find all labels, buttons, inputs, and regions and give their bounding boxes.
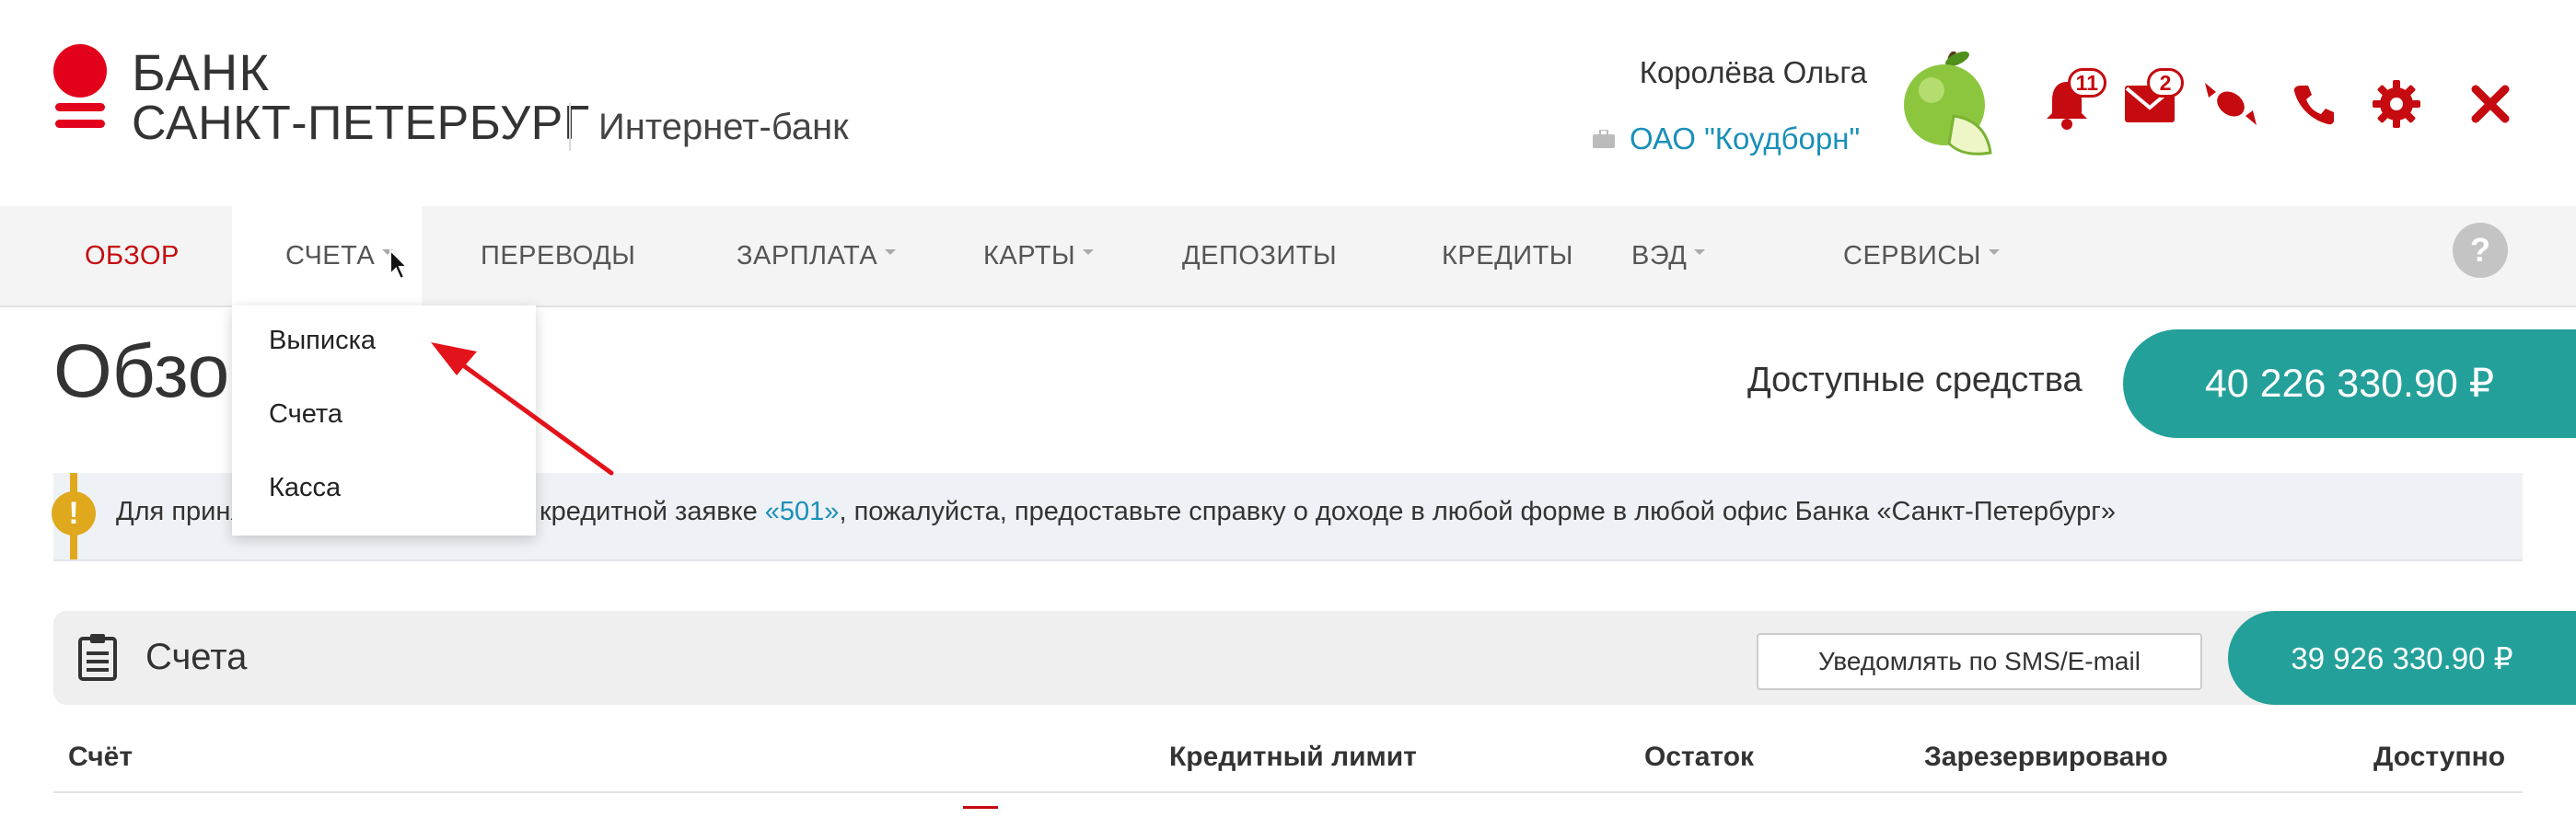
user-name[interactable]: Королёва Ольга [1381, 55, 1867, 90]
nav-item-deposits[interactable]: ДЕПОЗИТЫ [1182, 206, 1337, 305]
chevron-down-icon [1694, 249, 1706, 255]
chevron-down-icon [1083, 249, 1095, 255]
table-header-divider [53, 791, 2523, 793]
chevron-down-icon [885, 249, 897, 255]
column-header-available[interactable]: Доступно [2373, 742, 2505, 773]
brand-name-line1: БАНК [132, 43, 270, 101]
logout-button[interactable] [2460, 74, 2521, 134]
settings-button[interactable] [2366, 74, 2427, 134]
nav-item-accounts[interactable]: СЧЕТА [285, 206, 394, 305]
column-header-credit-limit[interactable]: Кредитный лимит [1169, 742, 1417, 773]
exclamation-icon: ! [52, 491, 96, 536]
brand-divider [569, 103, 571, 151]
nav-item-transfers[interactable]: ПЕРЕВОДЫ [481, 206, 635, 305]
help-button[interactable]: ? [2453, 223, 2508, 278]
company-name: ОАО "Коудборн" [1630, 121, 1861, 156]
nav-item-services[interactable]: СЕРВИСЫ [1843, 206, 2000, 305]
offers-button[interactable] [2200, 74, 2261, 134]
nav-item-foreign-trade[interactable]: ВЭД [1631, 206, 1706, 305]
messages-button[interactable]: 2 [2119, 68, 2184, 134]
column-header-balance[interactable]: Остаток [1644, 742, 1754, 773]
notify-sms-email-button[interactable]: Уведомлять по SMS/E-mail [1757, 633, 2202, 690]
credit-application-link[interactable]: «501» [765, 497, 840, 526]
notifications-badge: 11 [2067, 68, 2106, 98]
candy-icon [2205, 83, 2257, 125]
company-selector[interactable]: ОАО "Коудборн" [1593, 121, 1860, 156]
column-header-reserved[interactable]: Зарезервировано [1924, 742, 2168, 773]
column-header-account[interactable]: Счёт [68, 742, 133, 773]
nav-item-overview[interactable]: ОБЗОР [85, 206, 180, 305]
mouse-cursor-icon [389, 248, 409, 281]
bank-logo-icon [53, 44, 107, 128]
notifications-button[interactable]: 11 [2036, 68, 2106, 134]
avatar[interactable] [1898, 52, 1996, 160]
gear-icon [2373, 80, 2420, 128]
close-icon [2471, 85, 2510, 123]
clipboard-icon [78, 634, 117, 681]
available-funds-amount: 40 226 330.90 ₽ [2123, 329, 2576, 438]
chevron-down-icon [1988, 249, 2000, 255]
briefcase-icon [1593, 130, 1615, 148]
messages-badge: 2 [2147, 68, 2184, 98]
call-button[interactable] [2283, 74, 2344, 134]
accounts-title: Счета [145, 637, 248, 677]
dropdown-item-accounts[interactable]: Счета [269, 399, 342, 430]
nav-item-salary[interactable]: ЗАРПЛАТА [737, 206, 897, 305]
dropdown-item-cash[interactable]: Касса [269, 473, 341, 503]
nav-item-cards[interactable]: КАРТЫ [983, 206, 1095, 305]
nav-item-credits[interactable]: КРЕДИТЫ [1442, 206, 1573, 305]
accounts-total-amount: 39 926 330.90 ₽ [2228, 611, 2576, 705]
phone-icon [2293, 86, 2334, 125]
table-row[interactable] [963, 806, 998, 818]
accounts-dropdown-menu: Выписка Счета Касса [232, 305, 536, 536]
dropdown-item-statement[interactable]: Выписка [269, 326, 376, 356]
brand-name-line2: САНКТ-ПЕТЕРБУРГ [132, 97, 590, 150]
available-funds-label: Доступные средства [1747, 361, 2083, 399]
brand-subtitle: Интернет-банк [598, 107, 849, 147]
